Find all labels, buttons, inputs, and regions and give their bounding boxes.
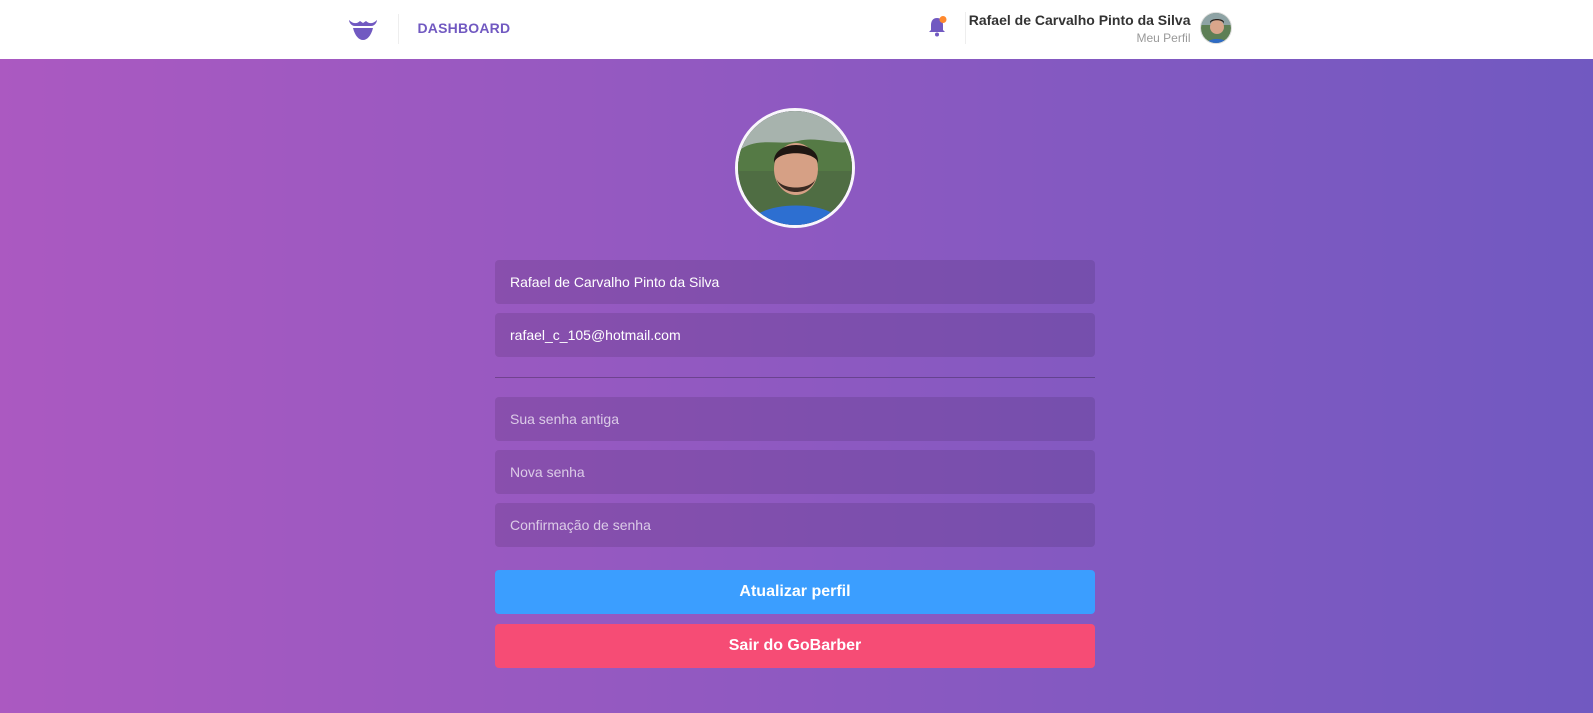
profile-photo xyxy=(738,111,852,225)
header-avatar[interactable] xyxy=(1199,12,1232,44)
new-password-input[interactable]: Nova senha xyxy=(495,450,1095,494)
profile-content: Rafael de Carvalho Pinto da Silva rafael… xyxy=(0,59,1593,713)
confirm-password-input[interactable]: Confirmação de senha xyxy=(495,503,1095,547)
dashboard-link[interactable]: DASHBOARD xyxy=(418,20,511,36)
logout-button[interactable]: Sair do GoBarber xyxy=(495,624,1095,668)
notification-badge xyxy=(939,16,946,23)
header-container: DASHBOARD Rafael de Carvalho Pinto da Si… xyxy=(347,0,1247,59)
profile-name: Rafael de Carvalho Pinto da Silva xyxy=(968,12,1191,28)
mustache-logo-icon[interactable] xyxy=(347,14,379,42)
header-divider xyxy=(397,14,399,44)
form-separator xyxy=(495,377,1095,378)
name-input[interactable]: Rafael de Carvalho Pinto da Silva xyxy=(495,260,1095,304)
update-profile-button[interactable]: Atualizar perfil xyxy=(495,570,1095,614)
my-profile-link[interactable]: Meu Perfil xyxy=(1136,31,1190,45)
avatar-image xyxy=(1200,13,1231,43)
email-input[interactable]: rafael_c_105@hotmail.com xyxy=(495,313,1095,357)
old-password-input[interactable]: Sua senha antiga xyxy=(495,397,1095,441)
header-divider-right xyxy=(964,12,966,44)
profile-avatar[interactable] xyxy=(735,108,855,228)
top-header: DASHBOARD Rafael de Carvalho Pinto da Si… xyxy=(0,0,1593,59)
bell-icon[interactable] xyxy=(927,16,947,38)
